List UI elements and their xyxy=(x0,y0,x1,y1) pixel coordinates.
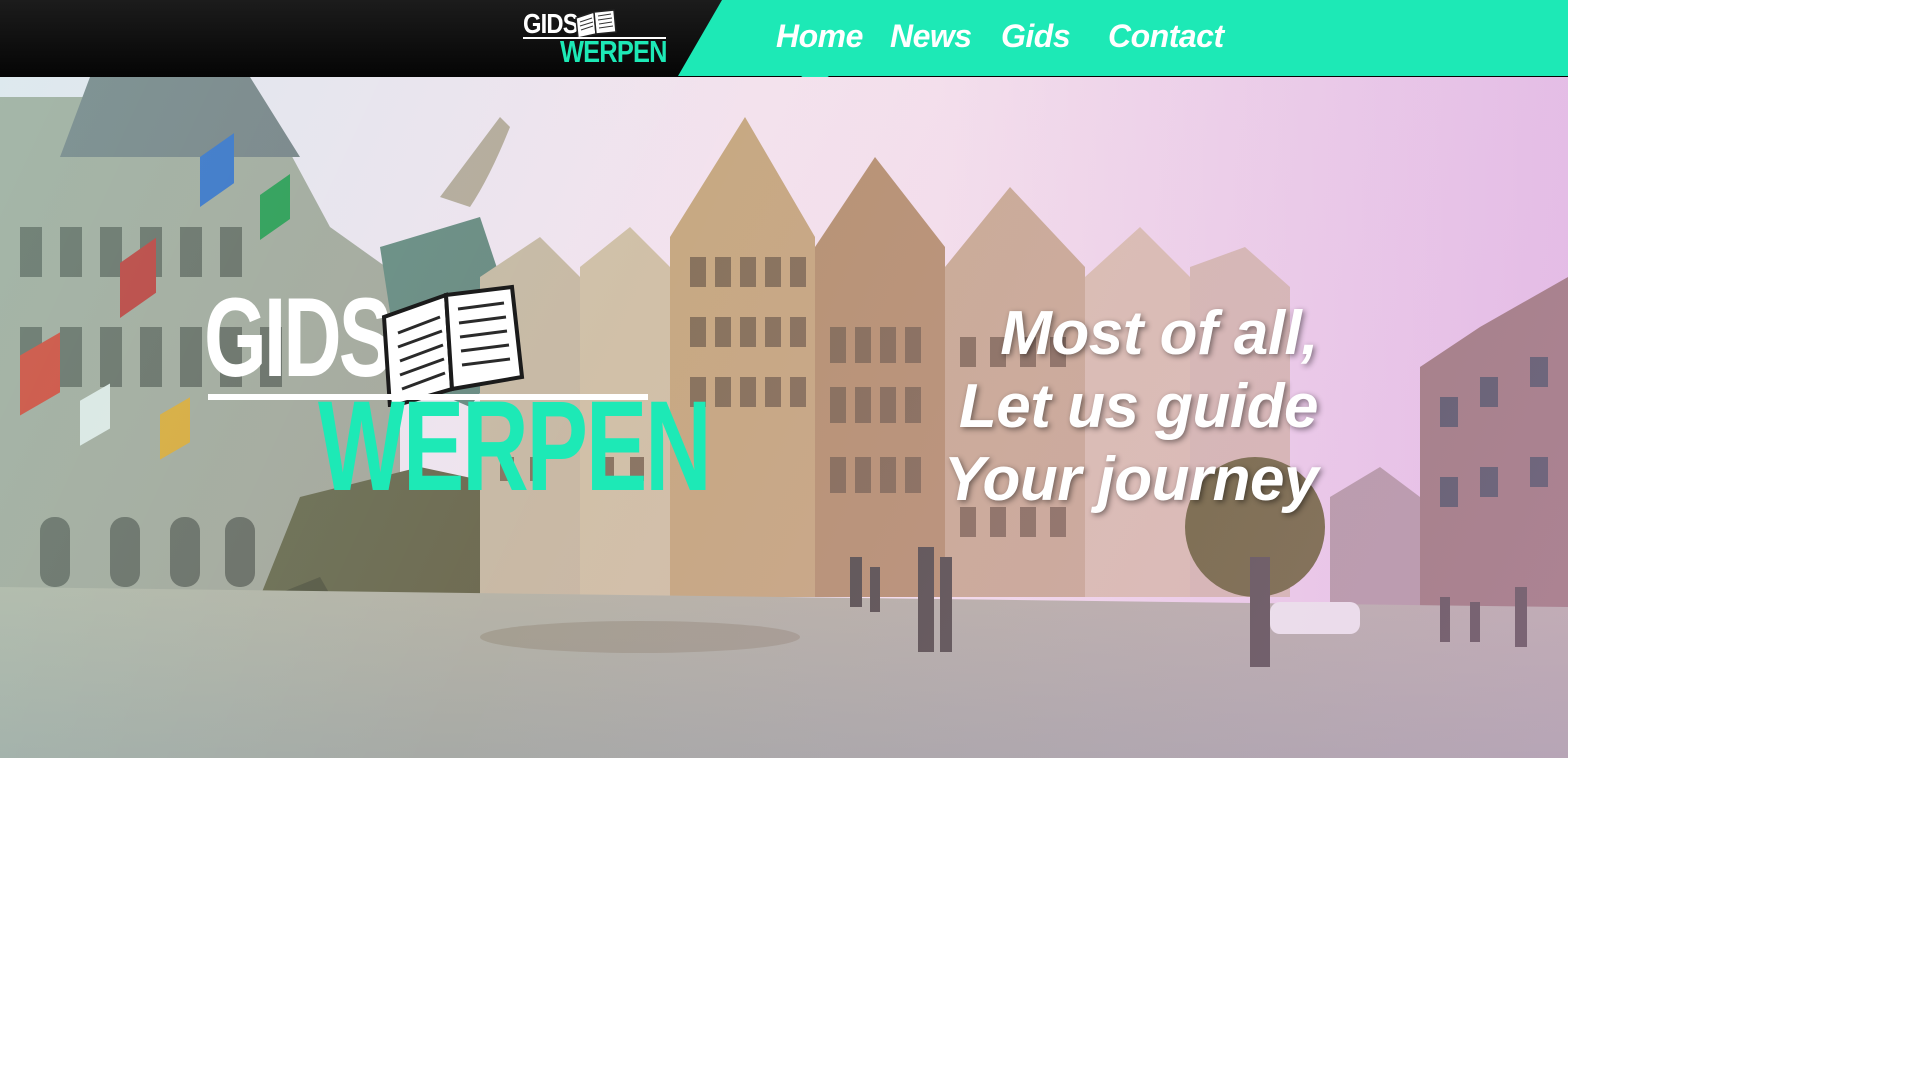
hero-logo-text-werpen: WERPEN xyxy=(318,375,712,518)
hero-tagline: Most of all, Let us guide Your journey xyxy=(943,297,1319,516)
logo-text-werpen: WERPEN xyxy=(560,34,667,69)
tagline-line-1: Most of all, xyxy=(1000,299,1318,368)
hero-banner: GIDS WERPEN Most of all, Let us guide Yo… xyxy=(0,77,1568,758)
header-logo[interactable]: GIDS WERPEN xyxy=(520,6,670,70)
nav-gids[interactable]: Gids xyxy=(1001,18,1071,55)
hero-logo: GIDS WERPEN xyxy=(200,275,712,518)
tagline-line-2: Let us guide xyxy=(958,372,1319,441)
tagline-line-3: Your journey xyxy=(943,445,1319,514)
page-content-area xyxy=(0,758,1568,880)
nav-contact[interactable]: Contact xyxy=(1108,18,1224,55)
nav-news[interactable]: News xyxy=(890,18,972,55)
nav-home[interactable]: Home xyxy=(776,18,863,55)
